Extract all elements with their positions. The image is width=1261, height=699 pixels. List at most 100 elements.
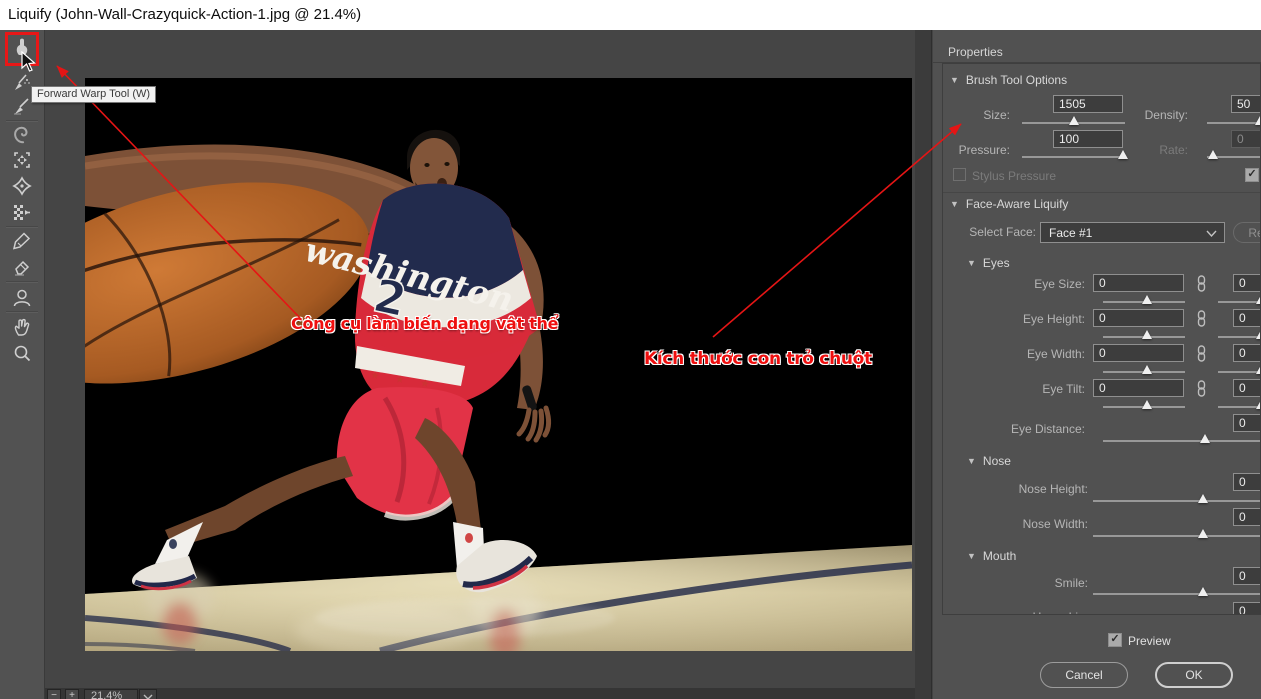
cancel-button[interactable]: Cancel bbox=[1040, 662, 1128, 688]
mouth-section-header[interactable]: ▼Mouth bbox=[967, 549, 1016, 563]
select-face-dropdown[interactable]: Face #1 bbox=[1040, 222, 1225, 243]
annotation-highlight-box bbox=[5, 32, 39, 66]
face-aware-liquify-header[interactable]: ▼Face-Aware Liquify bbox=[950, 197, 1068, 211]
preview-label: Preview bbox=[1128, 634, 1171, 648]
eye-distance-input[interactable] bbox=[1233, 414, 1261, 432]
nose-height-slider[interactable] bbox=[1093, 500, 1261, 502]
smile-input[interactable] bbox=[1233, 567, 1261, 585]
eyes-section-header[interactable]: ▼Eyes bbox=[967, 256, 1010, 270]
face-person-icon bbox=[11, 287, 33, 309]
toolbar-divider bbox=[6, 311, 38, 313]
smile-label: Smile: bbox=[943, 576, 1088, 590]
eye-size-left-input[interactable] bbox=[1093, 274, 1184, 292]
push-left-tool[interactable] bbox=[8, 200, 36, 224]
upper-lip-input[interactable] bbox=[1233, 602, 1261, 615]
pin-edges-checkbox[interactable]: ✓ bbox=[1245, 168, 1259, 182]
nose-section-header[interactable]: ▼Nose bbox=[967, 454, 1011, 468]
properties-title: Properties bbox=[948, 45, 1003, 59]
slider-thumb[interactable] bbox=[1069, 116, 1079, 125]
nose-width-slider[interactable] bbox=[1093, 535, 1261, 537]
eye-width-right-input[interactable] bbox=[1233, 344, 1261, 362]
triangle-down-icon: ▼ bbox=[950, 199, 959, 209]
eye-height-label: Eye Height: bbox=[943, 312, 1085, 326]
reconstruct-icon bbox=[11, 71, 33, 93]
eye-width-left-input[interactable] bbox=[1093, 344, 1184, 362]
nose-width-input[interactable] bbox=[1233, 508, 1261, 526]
slider-thumb[interactable] bbox=[1142, 295, 1152, 304]
brush-rate-input[interactable] bbox=[1231, 130, 1261, 148]
stylus-pressure-checkbox[interactable] bbox=[953, 168, 966, 181]
brush-density-slider[interactable] bbox=[1207, 122, 1261, 124]
slider-thumb[interactable] bbox=[1200, 434, 1210, 443]
zoom-tool[interactable] bbox=[8, 341, 36, 365]
zoom-in-button[interactable]: + bbox=[65, 689, 79, 699]
pucker-tool[interactable] bbox=[8, 148, 36, 172]
slider-thumb[interactable] bbox=[1256, 365, 1261, 374]
slider-thumb[interactable] bbox=[1142, 330, 1152, 339]
freeze-mask-tool[interactable] bbox=[8, 229, 36, 253]
eye-tilt-right-slider[interactable] bbox=[1218, 406, 1261, 408]
annotation-text-tool: Công cụ làm biến dạng vật thể bbox=[291, 314, 558, 333]
thaw-mask-tool[interactable] bbox=[8, 255, 36, 279]
slider-thumb[interactable] bbox=[1255, 116, 1261, 125]
twirl-clockwise-tool[interactable] bbox=[8, 122, 36, 146]
link-icon[interactable] bbox=[1195, 310, 1208, 327]
push-left-icon bbox=[11, 201, 33, 223]
preview-checkbox[interactable]: ✓ bbox=[1108, 633, 1122, 647]
eye-tilt-right-input[interactable] bbox=[1233, 379, 1261, 397]
reset-face-button[interactable]: Reset bbox=[1233, 222, 1261, 243]
eye-size-left-slider[interactable] bbox=[1103, 301, 1185, 303]
zoom-out-button[interactable]: − bbox=[47, 689, 61, 699]
zoom-level-value[interactable]: 21.4% bbox=[84, 689, 138, 699]
brush-size-slider[interactable] bbox=[1022, 122, 1125, 124]
slider-thumb[interactable] bbox=[1256, 330, 1261, 339]
properties-scroll-box[interactable]: ▼Brush Tool Options Size: Density: Press… bbox=[942, 63, 1261, 615]
face-tool[interactable] bbox=[8, 286, 36, 310]
eye-width-right-slider[interactable] bbox=[1218, 371, 1261, 373]
eye-size-right-input[interactable] bbox=[1233, 274, 1261, 292]
eye-tilt-left-slider[interactable] bbox=[1103, 406, 1185, 408]
eye-width-left-slider[interactable] bbox=[1103, 371, 1185, 373]
eye-height-right-slider[interactable] bbox=[1218, 336, 1261, 338]
nose-height-input[interactable] bbox=[1233, 473, 1261, 491]
rate-label: Rate: bbox=[1123, 143, 1188, 157]
eye-size-right-slider[interactable] bbox=[1218, 301, 1261, 303]
zoom-level-dropdown[interactable] bbox=[139, 689, 157, 699]
hand-tool[interactable] bbox=[8, 315, 36, 339]
triangle-down-icon: ▼ bbox=[950, 75, 959, 85]
slider-thumb[interactable] bbox=[1198, 494, 1208, 503]
eye-tilt-left-input[interactable] bbox=[1093, 379, 1184, 397]
slider-thumb[interactable] bbox=[1142, 365, 1152, 374]
eye-width-label: Eye Width: bbox=[943, 347, 1085, 361]
link-icon[interactable] bbox=[1195, 275, 1208, 292]
triangle-down-icon: ▼ bbox=[967, 258, 976, 268]
ok-button[interactable]: OK bbox=[1155, 662, 1233, 688]
brush-pressure-input[interactable] bbox=[1053, 130, 1123, 148]
freeze-mask-icon bbox=[11, 230, 33, 252]
link-icon[interactable] bbox=[1195, 380, 1208, 397]
eye-height-left-slider[interactable] bbox=[1103, 336, 1185, 338]
hand-icon bbox=[11, 316, 33, 338]
slider-thumb[interactable] bbox=[1198, 529, 1208, 538]
bloat-icon bbox=[11, 175, 33, 197]
eye-height-right-input[interactable] bbox=[1233, 309, 1261, 327]
brush-tool-options-header[interactable]: ▼Brush Tool Options bbox=[950, 73, 1067, 87]
slider-thumb[interactable] bbox=[1198, 587, 1208, 596]
smile-slider[interactable] bbox=[1093, 593, 1261, 595]
eye-distance-slider[interactable] bbox=[1103, 440, 1261, 442]
brush-pressure-slider[interactable] bbox=[1022, 156, 1125, 158]
slider-thumb[interactable] bbox=[1256, 400, 1261, 409]
triangle-down-icon: ▼ bbox=[967, 551, 976, 561]
bloat-tool[interactable] bbox=[8, 174, 36, 198]
tool-strip bbox=[0, 30, 45, 699]
slider-thumb[interactable] bbox=[1142, 400, 1152, 409]
chevron-down-icon bbox=[1206, 230, 1217, 238]
brush-density-input[interactable] bbox=[1231, 95, 1261, 113]
slider-thumb[interactable] bbox=[1256, 295, 1261, 304]
brush-size-input[interactable] bbox=[1053, 95, 1123, 113]
slider-thumb[interactable] bbox=[1208, 150, 1218, 159]
link-icon[interactable] bbox=[1195, 345, 1208, 362]
eye-height-left-input[interactable] bbox=[1093, 309, 1184, 327]
brush-rate-slider[interactable] bbox=[1207, 156, 1261, 158]
toolbar-divider bbox=[6, 281, 38, 283]
